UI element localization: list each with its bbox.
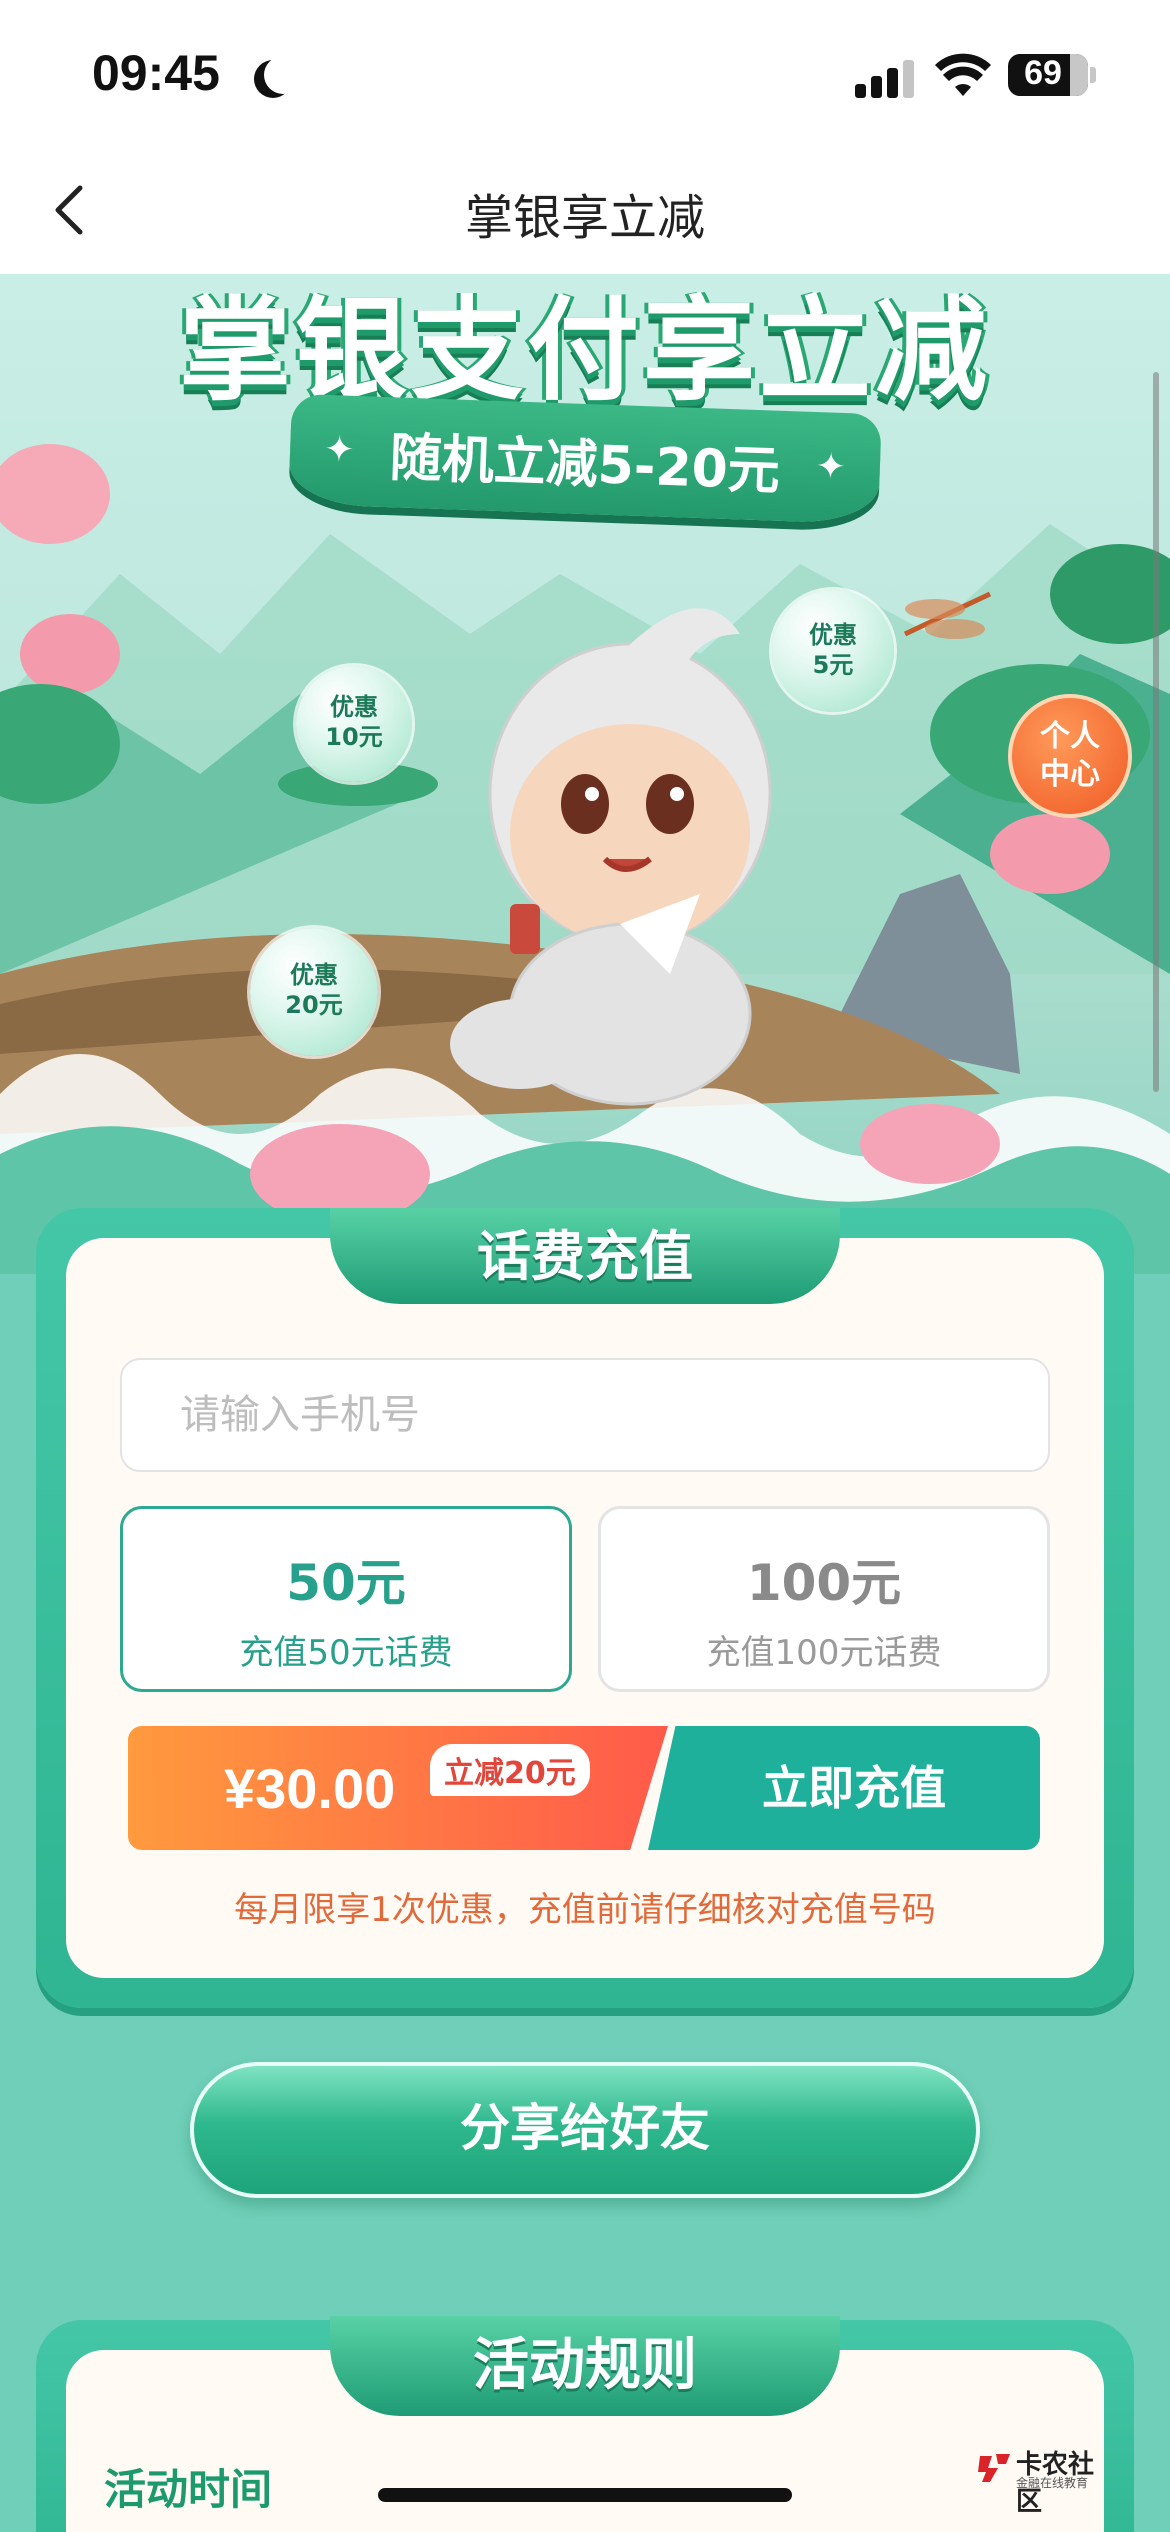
recharge-now-button[interactable]: 立即充值 — [648, 1726, 1040, 1850]
rules-time-label: 活动时间 — [104, 2465, 273, 2514]
scrollbar[interactable] — [1153, 372, 1159, 1092]
watermark-logo-icon — [978, 2454, 1010, 2482]
bubble-label: 优惠 — [290, 961, 338, 989]
option-desc: 充值100元话费 — [706, 1633, 942, 1673]
personal-center-button[interactable]: 个人 中心 — [1008, 694, 1132, 818]
phone-input[interactable] — [120, 1358, 1050, 1472]
discount-bubble: 优惠 10元 — [296, 666, 412, 782]
recharge-notice: 每月限享1次优惠，充值前请仔细核对充值号码 — [234, 1890, 936, 1930]
price-value: ¥30.00 — [224, 1757, 396, 1820]
watermark: 卡农社区 金融在线教育 — [976, 2446, 1116, 2517]
option-desc: 充值50元话费 — [239, 1633, 453, 1673]
battery-level: 69 — [1024, 54, 1062, 92]
bubble-label: 优惠 — [809, 621, 857, 649]
moon-icon — [264, 56, 302, 94]
status-time: 09:45 — [92, 45, 220, 101]
nav-bar: 掌银享立减 — [0, 150, 1170, 274]
recharge-title: 话费充值 — [477, 1225, 693, 1288]
option-amount: 50元 — [286, 1554, 406, 1612]
bubble-label: 优惠 — [330, 693, 378, 721]
option-amount: 100元 — [746, 1554, 902, 1612]
battery-tip — [1090, 67, 1096, 83]
price-panel: ¥30.00 立减20元 — [128, 1726, 668, 1850]
bubble-value: 20元 — [285, 991, 343, 1019]
pay-bar: ¥30.00 立减20元 立即充值 — [128, 1726, 1040, 1850]
share-button[interactable]: 分享给好友 — [190, 2062, 980, 2198]
personal-center-line1: 个人 — [1040, 719, 1100, 754]
page-title: 掌银享立减 — [464, 190, 705, 246]
bubble-value: 5元 — [812, 651, 854, 679]
sparkle-icon: ✦ — [814, 446, 847, 489]
discount-badge: 立减20元 — [430, 1744, 590, 1796]
hero-title: 掌银支付享立减 — [179, 286, 991, 416]
option-100[interactable]: 100元 充值100元话费 — [598, 1506, 1050, 1692]
wifi-icon — [935, 53, 991, 96]
discount-bubble: 优惠 5元 — [772, 590, 894, 712]
rules-title: 活动规则 — [473, 2333, 697, 2398]
hero-banner: 掌银支付享立减 ✦ 随机立减5-20元 ✦ 优惠 10元 优惠 5元 优惠 20… — [0, 274, 1170, 1274]
home-indicator[interactable] — [378, 2488, 792, 2502]
watermark-subtext: 金融在线教育 — [1016, 2476, 1089, 2490]
ribbon-text: 随机立减5-20元 — [388, 428, 781, 502]
option-50[interactable]: 50元 充值50元话费 — [120, 1506, 572, 1692]
ribbon-banner: ✦ 随机立减5-20元 ✦ — [288, 393, 882, 525]
signal-icon — [855, 58, 915, 98]
bubble-value: 10元 — [325, 723, 383, 751]
discount-bubble: 优惠 20元 — [250, 928, 378, 1056]
status-bar: 09:45 69 — [0, 0, 1170, 150]
battery-icon: 69 — [1008, 54, 1088, 96]
personal-center-line2: 中心 — [1040, 757, 1100, 792]
